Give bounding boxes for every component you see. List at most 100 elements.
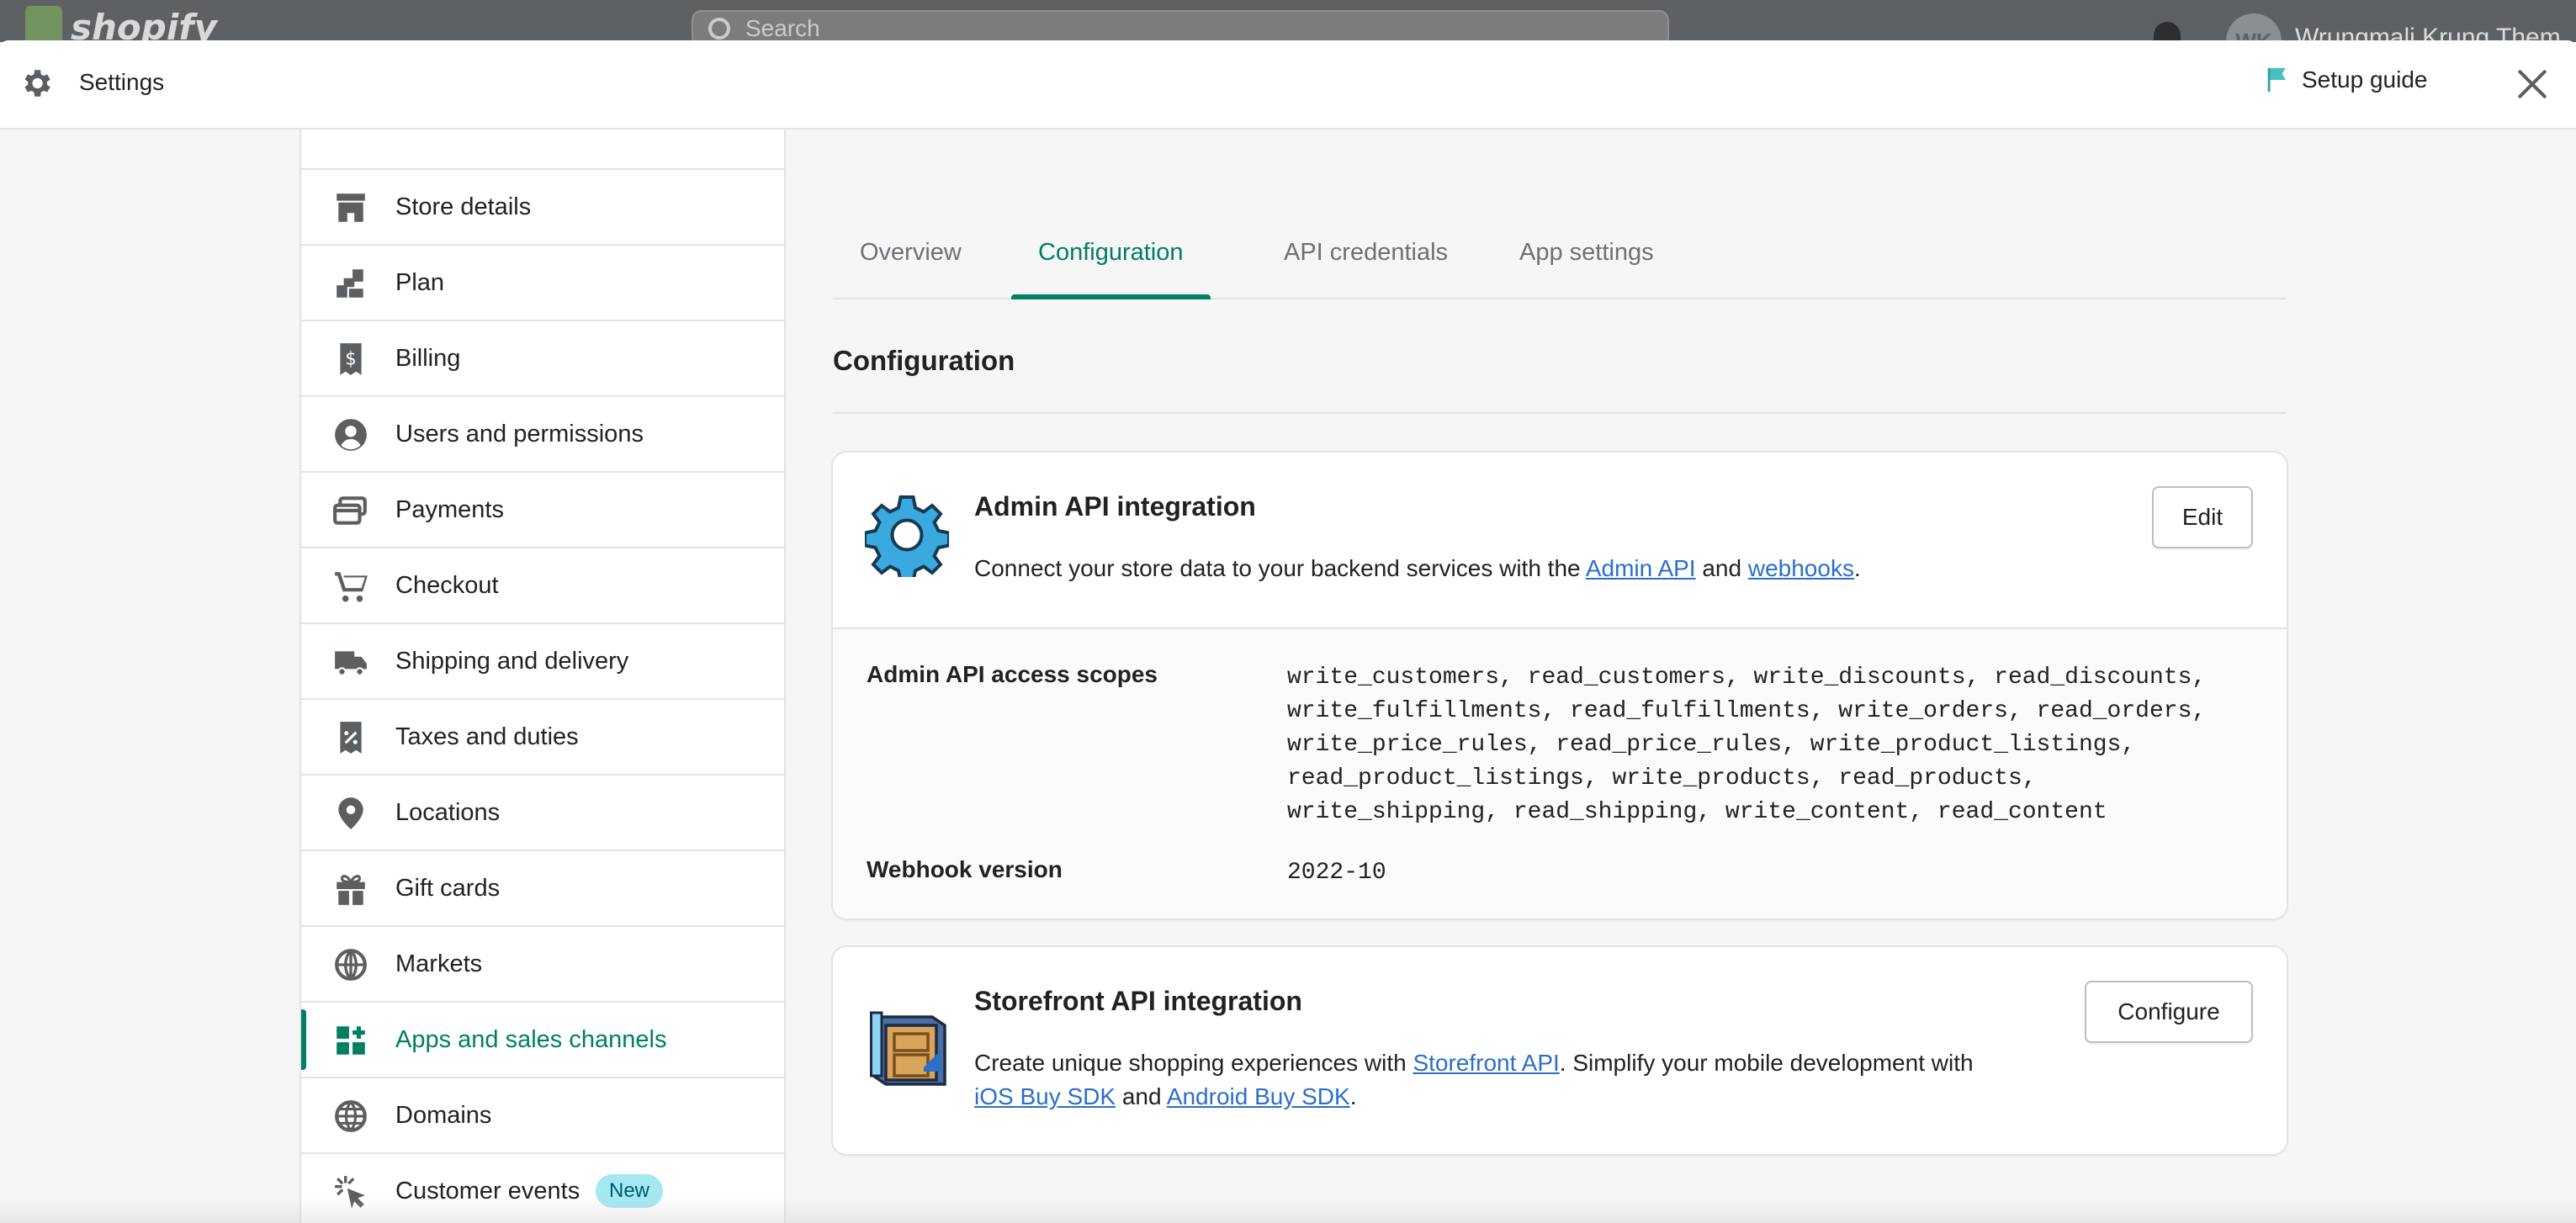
sidebar-item-label: Domains: [395, 1101, 492, 1129]
admin-topbar: shopify Search WK Wrungmali Krung Them: [0, 0, 2576, 42]
sidebar-item-label: Apps and sales channels: [395, 1025, 667, 1053]
shopify-wordmark: shopify: [71, 6, 217, 43]
sidebar-item-users-and-permissions[interactable]: Users and permissions: [301, 397, 784, 473]
description-text: .: [1349, 1083, 1357, 1109]
admin-api-description: Connect your store data to your backend …: [974, 552, 1861, 585]
search-icon: [708, 18, 730, 40]
modal-header: Settings Setup guide: [0, 40, 2576, 130]
storefront-api-title: Storefront API integration: [974, 986, 1302, 1016]
tab-api-credentials[interactable]: API credentials: [1257, 239, 1475, 299]
scopes-line: read_product_listings, write_products, r…: [1287, 765, 2037, 792]
sidebar-item-store-details[interactable]: Store details: [301, 170, 784, 246]
sidebar-item-label: Payments: [395, 495, 504, 523]
modal-title: Settings: [79, 69, 165, 95]
sidebar-item-label: Markets: [395, 950, 483, 977]
notification-bell-icon[interactable]: [2154, 22, 2181, 42]
shopify-logo: shopify: [25, 6, 217, 43]
android-buy-sdk-link[interactable]: Android Buy SDK: [1167, 1083, 1350, 1109]
description-text: and: [1116, 1083, 1167, 1109]
svg-text:$: $: [345, 348, 356, 368]
tab-overview[interactable]: Overview: [833, 239, 989, 299]
sidebar-item-label: Store details: [395, 193, 532, 220]
location-pin-icon: [333, 796, 368, 831]
admin-api-link[interactable]: Admin API: [1586, 555, 1696, 581]
sidebar-item-taxes-and-duties[interactable]: Taxes and duties: [301, 700, 784, 776]
storefront-door-icon: [870, 1011, 946, 1086]
sidebar-item-label: Taxes and duties: [395, 723, 579, 750]
sidebar-item-label: Gift cards: [395, 874, 501, 902]
sidebar-scrolled-item: [301, 130, 784, 170]
gear-icon: [24, 70, 50, 97]
sidebar-item-checkout[interactable]: Checkout: [301, 548, 784, 624]
tab-label: Overview: [860, 239, 962, 266]
sidebar-item-gift-cards[interactable]: Gift cards: [301, 851, 784, 927]
scopes-line: write_fulfillments, read_fulfillments, w…: [1287, 698, 2207, 724]
admin-api-title: Admin API integration: [974, 491, 1256, 521]
settings-modal: Settings Setup guide Store details Plan …: [0, 40, 2576, 1223]
settings-sidebar: Store details Plan $ Billing Users and p…: [299, 130, 786, 1223]
store-icon: [333, 190, 368, 225]
sidebar-item-locations[interactable]: Locations: [301, 776, 784, 851]
sidebar-item-domains[interactable]: Domains: [301, 1078, 784, 1154]
scopes-value: write_customers, read_customers, write_d…: [1287, 661, 2263, 829]
setup-guide-button[interactable]: Setup guide: [2265, 66, 2427, 94]
scopes-line: write_price_rules, read_price_rules, wri…: [1287, 732, 2136, 758]
truck-icon: [333, 644, 368, 680]
search-placeholder: Search: [745, 15, 820, 41]
sidebar-item-label: Shipping and delivery: [395, 647, 629, 675]
app-tabs: Overview Configuration API credentials A…: [833, 130, 2287, 299]
sidebar-item-markets[interactable]: Markets: [301, 927, 784, 1003]
sidebar-item-shipping-and-delivery[interactable]: Shipping and delivery: [301, 624, 784, 700]
configure-button[interactable]: Configure: [2085, 981, 2253, 1043]
sidebar-item-billing[interactable]: $ Billing: [301, 321, 784, 397]
tab-label: Configuration: [1038, 239, 1184, 266]
tab-label: API credentials: [1284, 239, 1449, 266]
webhooks-link[interactable]: webhooks: [1748, 555, 1854, 581]
page-title: Configuration: [833, 345, 1015, 376]
flag-icon: [2267, 67, 2286, 93]
tab-app-settings[interactable]: App settings: [1492, 239, 1681, 299]
plan-icon: [333, 266, 368, 301]
shopify-bag-icon: [25, 6, 62, 42]
billing-icon: $: [333, 341, 368, 377]
description-text: . Simplify your mobile development with: [1559, 1050, 1974, 1076]
storefront-api-link[interactable]: Storefront API: [1413, 1050, 1559, 1076]
storefront-api-description: Create unique shopping experiences with …: [974, 1046, 2034, 1114]
close-icon[interactable]: [2514, 66, 2551, 103]
scopes-line: write_customers, read_customers, write_d…: [1287, 664, 2207, 691]
tab-label: App settings: [1519, 239, 1654, 266]
description-text: .: [1853, 555, 1861, 581]
markets-globe-icon: [333, 947, 368, 982]
gift-icon: [333, 871, 368, 907]
tax-icon: [333, 720, 368, 755]
sidebar-item-apps-and-sales-channels[interactable]: Apps and sales channels: [301, 1003, 784, 1078]
edit-button[interactable]: Edit: [2152, 486, 2253, 548]
description-text: and: [1695, 555, 1748, 581]
sidebar-item-label: Plan: [395, 268, 445, 296]
scopes-label: Admin API access scopes: [867, 661, 1158, 687]
admin-api-card: Admin API integration Connect your store…: [833, 453, 2287, 919]
webhook-version-label: Webhook version: [867, 856, 1063, 882]
sidebar-item-payments[interactable]: Payments: [301, 473, 784, 548]
webhook-version-value: 2022-10: [1287, 860, 1386, 886]
divider: [833, 412, 2287, 414]
globe-icon: [333, 1099, 368, 1134]
description-text: Create unique shopping experiences with: [974, 1050, 1413, 1076]
user-name[interactable]: Wrungmali Krung Them: [2295, 24, 2561, 42]
setup-guide-label: Setup guide: [2302, 66, 2428, 93]
description-text: Connect your store data to your backend …: [974, 555, 1586, 581]
admin-search-bar[interactable]: Search: [692, 10, 1669, 42]
sidebar-item-label: Users and permissions: [395, 420, 644, 447]
sidebar-item-label: Checkout: [395, 571, 499, 599]
sidebar-item-label: Billing: [395, 344, 461, 372]
cart-icon: [333, 569, 368, 604]
avatar[interactable]: WK: [2226, 13, 2282, 42]
scopes-line: write_shipping, read_shipping, write_con…: [1287, 799, 2107, 825]
admin-api-gear-icon: [865, 495, 949, 577]
admin-api-details: Admin API access scopes write_customers,…: [833, 627, 2287, 919]
apps-icon: [333, 1023, 368, 1058]
sidebar-item-plan[interactable]: Plan: [301, 246, 784, 321]
tab-configuration[interactable]: Configuration: [1011, 239, 1211, 299]
storefront-api-card: Storefront API integration Create unique…: [833, 947, 2287, 1154]
ios-buy-sdk-link[interactable]: iOS Buy SDK: [974, 1083, 1116, 1109]
